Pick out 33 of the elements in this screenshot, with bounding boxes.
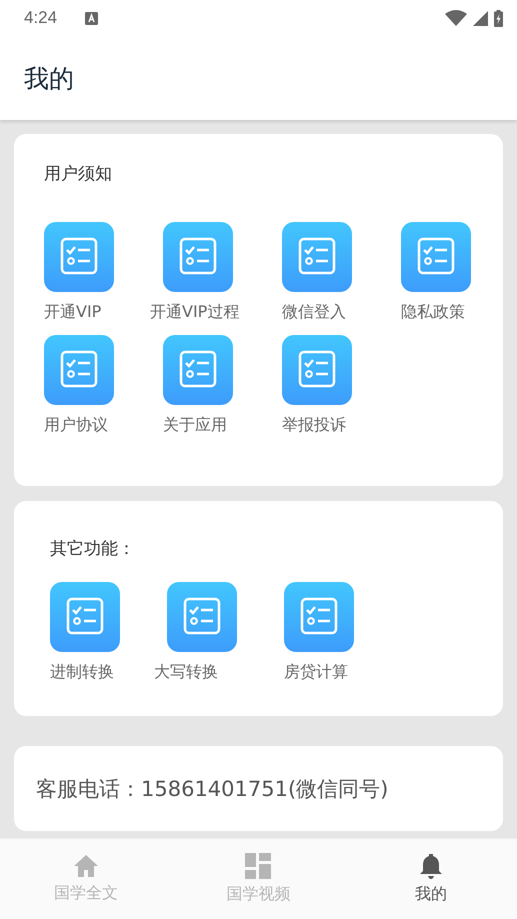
- status-time: 4:24: [24, 8, 58, 28]
- item-label[interactable]: 用户协议: [44, 415, 108, 436]
- contact-phone: 客服电话：15861401751(微信同号): [36, 776, 388, 802]
- checklist-icon[interactable]: [282, 222, 352, 292]
- checklist-icon[interactable]: [284, 582, 354, 652]
- item-label[interactable]: 关于应用: [163, 415, 227, 436]
- item-label[interactable]: 开通VIP过程: [150, 302, 240, 323]
- checklist-icon[interactable]: [163, 335, 233, 405]
- wifi-icon: [445, 10, 467, 26]
- checklist-icon[interactable]: [50, 582, 120, 652]
- item-label[interactable]: 举报投诉: [282, 415, 346, 436]
- signal-icon: [473, 10, 488, 26]
- checklist-icon[interactable]: [401, 222, 471, 292]
- item-label[interactable]: 大写转换: [154, 662, 218, 683]
- grid-icon: [245, 853, 272, 879]
- checklist-icon[interactable]: [282, 335, 352, 405]
- item-label[interactable]: 微信登入: [282, 302, 346, 323]
- keyboard-icon: [85, 12, 98, 24]
- section-title: 其它功能：: [50, 538, 136, 560]
- checklist-icon[interactable]: [44, 222, 114, 292]
- checklist-icon[interactable]: [167, 582, 237, 652]
- page-title: 我的: [24, 62, 74, 94]
- bell-icon: [418, 853, 443, 879]
- checklist-icon[interactable]: [44, 335, 114, 405]
- item-label[interactable]: 隐私政策: [401, 302, 465, 323]
- item-label[interactable]: 进制转换: [50, 662, 114, 683]
- checklist-icon[interactable]: [163, 222, 233, 292]
- battery-icon: [494, 10, 503, 26]
- section-title: 用户须知: [44, 163, 113, 185]
- item-label[interactable]: 开通VIP: [44, 302, 102, 323]
- nav-tab[interactable]: 我的: [344, 839, 517, 919]
- home-icon: [73, 854, 100, 878]
- item-label[interactable]: 房贷计算: [284, 662, 348, 683]
